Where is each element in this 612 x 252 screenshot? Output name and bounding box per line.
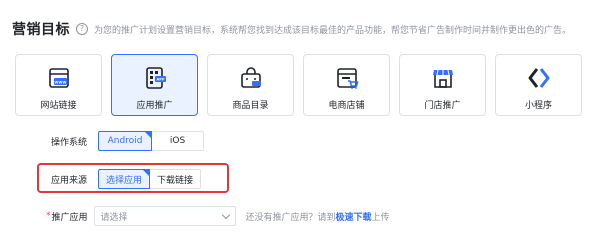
required-mark: * bbox=[46, 211, 51, 221]
promo-app-row: * 推广应用 请选择 还没有推广应用？请到极速下载上传 bbox=[46, 206, 390, 226]
page-description: 为您的推广计划设置营销目标，系统帮您找到达成该目标最佳的产品功能，帮您节省广告制… bbox=[94, 25, 572, 36]
goal-card-catalog[interactable]: 商品目录 bbox=[207, 54, 294, 116]
app-source-option-download-link-label: 下载链接 bbox=[157, 175, 194, 186]
app-source-option-download-link[interactable]: 下载链接 bbox=[149, 169, 202, 189]
selected-corner-mark bbox=[143, 170, 150, 176]
goal-card-label: 小程序 bbox=[524, 101, 552, 111]
storefront-icon bbox=[432, 69, 453, 88]
promo-app-hint: 还没有推广应用？请到极速下载上传 bbox=[246, 210, 390, 223]
app-source-segmented-control: 选择应用 下载链接 bbox=[98, 169, 202, 189]
goal-card-label: 网站链接 bbox=[40, 101, 77, 111]
os-label: 操作系统 bbox=[51, 137, 88, 148]
goal-card-store-promotion[interactable]: 门店推广 bbox=[399, 54, 486, 116]
mini-program-icon bbox=[528, 68, 549, 88]
goal-card-mini-program[interactable]: 小程序 bbox=[495, 54, 582, 116]
selected-corner-mark bbox=[145, 132, 152, 138]
goal-cards: WWW 网站链接 APP 应用推广 商品目录 电商店铺 门店推广 小程序 bbox=[15, 54, 582, 116]
page-title: 营销目标 bbox=[12, 22, 70, 38]
goal-card-label: 应用推广 bbox=[136, 101, 173, 111]
promo-app-label: 推广应用 bbox=[51, 212, 88, 223]
os-option-ios-label: iOS bbox=[169, 136, 186, 146]
quick-download-link[interactable]: 极速下载 bbox=[336, 213, 372, 223]
chevron-down-icon bbox=[221, 210, 230, 219]
os-segmented-control: Android iOS bbox=[98, 131, 205, 151]
app-source-option-select-app[interactable]: 选择应用 bbox=[98, 169, 151, 189]
app-source-label: 应用来源 bbox=[51, 175, 88, 186]
app-source-row: 应用来源 选择应用 下载链接 bbox=[51, 169, 202, 189]
shopping-bag-icon bbox=[240, 67, 261, 88]
online-store-icon bbox=[336, 68, 359, 89]
os-option-ios[interactable]: iOS bbox=[151, 131, 205, 151]
promo-app-select-placeholder: 请选择 bbox=[100, 212, 128, 223]
promo-app-hint-suffix: 上传 bbox=[371, 212, 390, 223]
goal-card-label: 门店推广 bbox=[424, 101, 461, 111]
os-row: 操作系统 Android iOS bbox=[51, 131, 205, 151]
website-badge-text: WWW bbox=[54, 80, 66, 84]
os-option-android-label: Android bbox=[107, 136, 143, 146]
title-row: 营销目标 ? 为您的推广计划设置营销目标，系统帮您找到达成该目标最佳的产品功能，… bbox=[12, 17, 571, 41]
os-option-android[interactable]: Android bbox=[98, 131, 153, 151]
help-circle-icon[interactable]: ? bbox=[76, 23, 88, 35]
app-source-option-select-app-label: 选择应用 bbox=[106, 175, 143, 186]
promo-app-hint-prefix: 还没有推广应用？请到 bbox=[245, 212, 336, 223]
goal-card-label: 电商店铺 bbox=[328, 101, 365, 111]
goal-card-online-store[interactable]: 电商店铺 bbox=[303, 54, 390, 116]
goal-card-label: 商品目录 bbox=[232, 101, 269, 111]
app-icon: APP bbox=[145, 67, 166, 89]
goal-card-app-promotion[interactable]: APP 应用推广 bbox=[111, 54, 198, 116]
app-badge-text: APP bbox=[156, 78, 164, 82]
website-icon: WWW bbox=[48, 68, 69, 88]
goal-card-website[interactable]: WWW 网站链接 bbox=[15, 54, 102, 116]
promo-app-select[interactable]: 请选择 bbox=[93, 206, 236, 226]
